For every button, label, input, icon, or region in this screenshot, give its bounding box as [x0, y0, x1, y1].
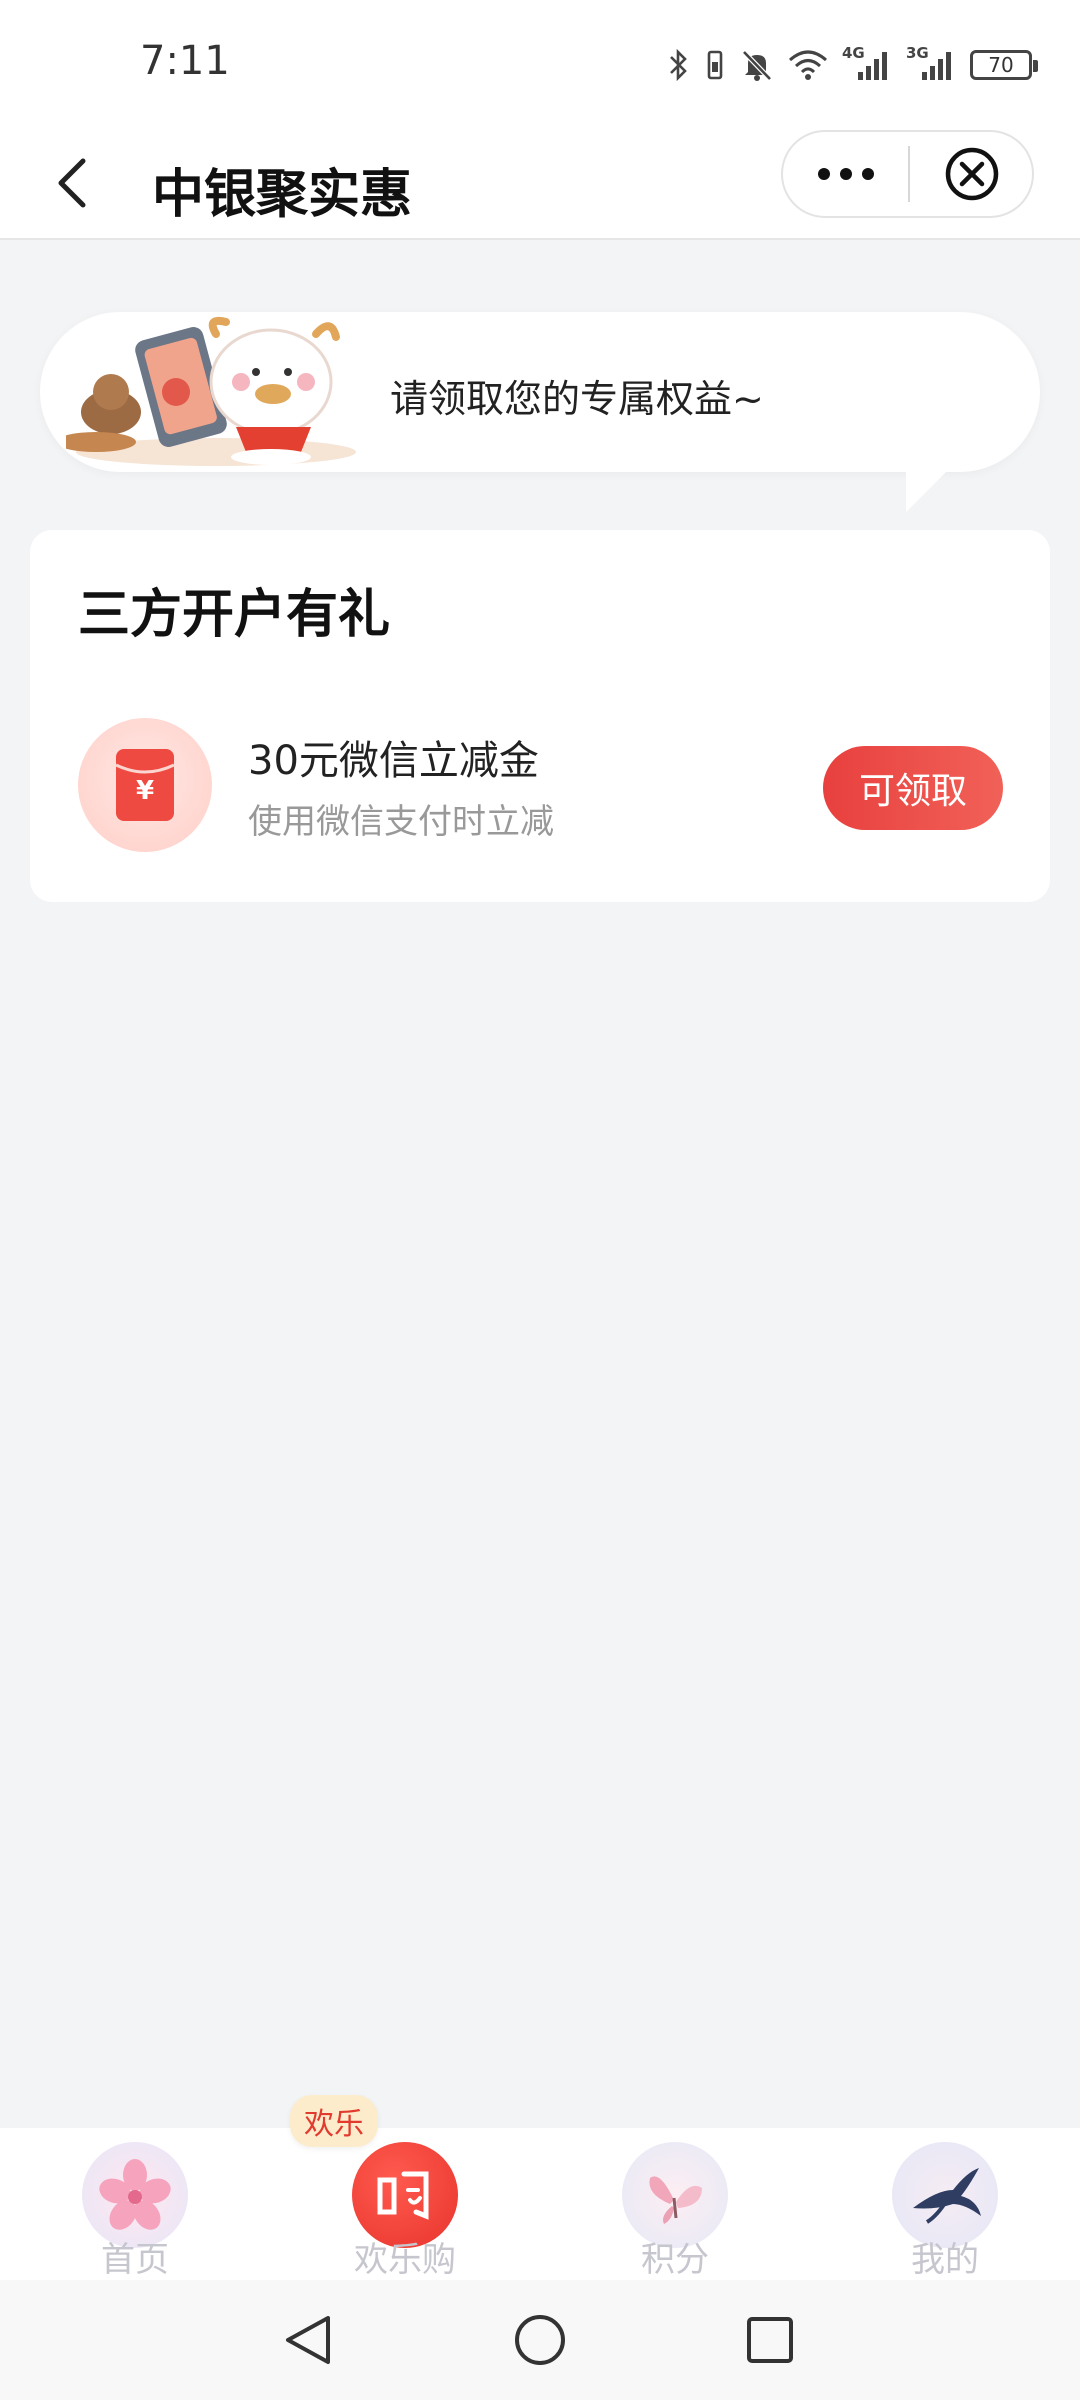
system-nav-bar	[0, 2280, 1080, 2400]
mute-icon	[740, 48, 774, 82]
card-title: 三方开户有礼	[78, 585, 391, 645]
benefit-card: 三方开户有礼 ¥ 30元微信立减金 使用微信支付时立减 可领取	[30, 530, 1050, 902]
battery-icon: 70	[970, 50, 1038, 80]
wifi-icon	[788, 48, 828, 82]
tab-label: 我的	[911, 2240, 979, 2280]
banner-text: 请领取您的专属权益~	[390, 377, 764, 421]
tab-mine[interactable]: 我的	[855, 2128, 1035, 2280]
circle-home-icon	[515, 2315, 565, 2365]
tab-points[interactable]: 积分	[585, 2128, 765, 2280]
system-home-button[interactable]	[504, 2304, 576, 2376]
more-icon	[817, 168, 874, 180]
tab-badge: 欢乐	[290, 2095, 378, 2147]
coupon-name: 30元微信立减金	[248, 738, 539, 784]
welcome-banner: 请领取您的专属权益~	[40, 312, 1040, 472]
back-button[interactable]	[38, 148, 108, 218]
red-envelope-icon: ¥	[115, 749, 175, 821]
bottom-tab-bar: 首页 欢乐购 积分 我的	[0, 2128, 1080, 2280]
nav-bar: 中银聚实惠	[0, 130, 1080, 240]
signal-4g: 4G	[842, 44, 892, 82]
tab-label: 欢乐购	[354, 2240, 456, 2280]
status-bar: 7:11 4G 3G 70	[0, 0, 1080, 130]
battery-level: 70	[988, 53, 1014, 77]
status-icons: 4G 3G 70	[668, 40, 1038, 90]
svg-text:¥: ¥	[136, 776, 154, 806]
mascot-illustration	[66, 316, 356, 466]
signal-3g: 3G	[906, 44, 956, 82]
mini-program-capsule	[781, 130, 1034, 218]
coupon-icon-wrapper: ¥	[78, 718, 212, 852]
tab-happy-shopping[interactable]: 欢乐购	[315, 2128, 495, 2280]
bluetooth-icon	[668, 48, 690, 82]
back-icon	[58, 158, 86, 208]
status-time: 7:11	[140, 38, 230, 84]
square-recents-icon	[747, 2317, 793, 2363]
close-icon	[945, 147, 999, 201]
vibrate-icon	[704, 48, 726, 82]
tab-home[interactable]: 首页	[45, 2128, 225, 2280]
banner-tail	[906, 468, 950, 512]
claim-button[interactable]: 可领取	[823, 746, 1003, 830]
system-recents-button[interactable]	[734, 2304, 806, 2376]
more-button[interactable]	[783, 132, 908, 216]
coupon-description: 使用微信支付时立减	[248, 802, 554, 842]
tab-label: 积分	[641, 2240, 709, 2280]
close-button[interactable]	[910, 132, 1034, 216]
system-back-button[interactable]	[272, 2304, 344, 2376]
page-title: 中银聚实惠	[152, 165, 413, 225]
triangle-back-icon	[286, 2316, 330, 2364]
tab-label: 首页	[101, 2240, 169, 2280]
